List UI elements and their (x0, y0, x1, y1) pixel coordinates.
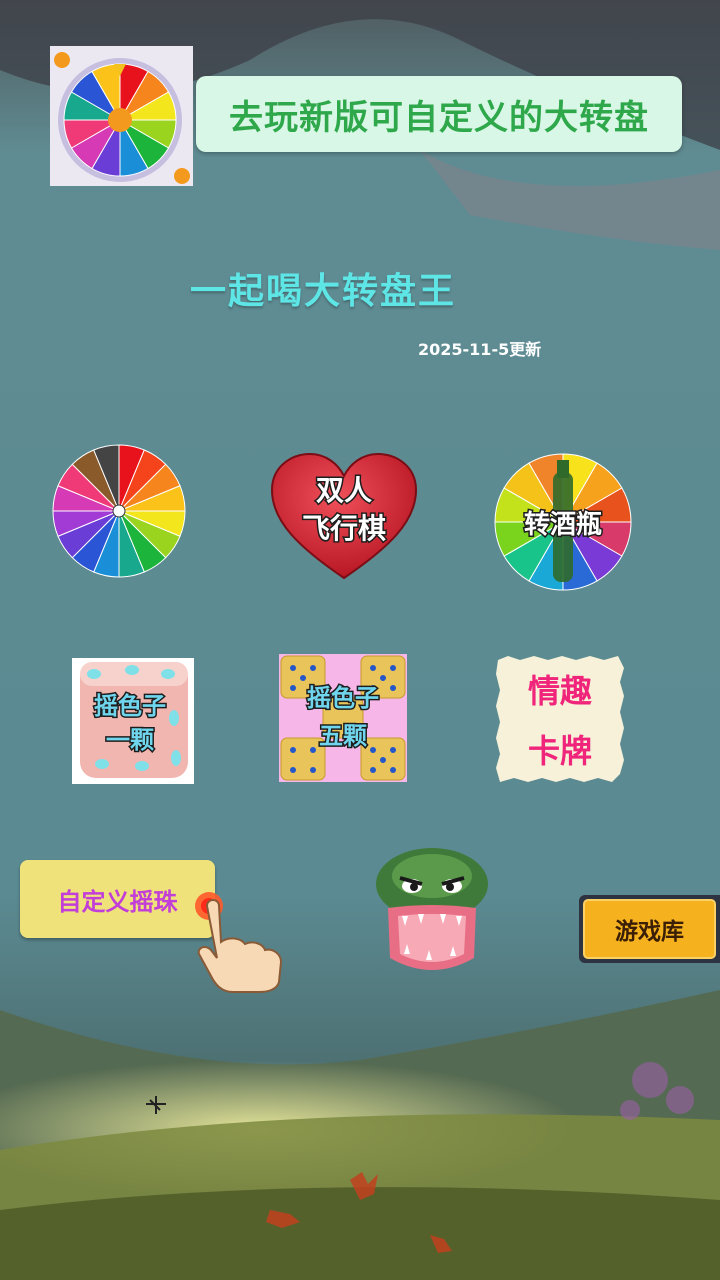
card-icon: 情趣 卡牌 (496, 656, 624, 782)
bottle-spin-game[interactable]: 转酒瓶 (493, 452, 633, 592)
pointing-hand-icon (193, 884, 289, 994)
new-wheel-banner[interactable]: 去玩新版可自定义的大转盘 (196, 76, 682, 152)
wheel-thumbnail-icon (54, 52, 190, 184)
one-dice-label-2: 一颗 (106, 726, 154, 754)
five-dice-game[interactable]: 摇色子 五颗 (279, 654, 407, 782)
one-dice-game[interactable]: 摇色子 一颗 (72, 658, 194, 784)
background-scene (0, 0, 720, 1280)
bottle-wheel-icon: 转酒瓶 (494, 453, 632, 591)
custom-dice-label: 自定义摇珠 (57, 887, 178, 916)
game-library-label: 游戏库 (615, 919, 684, 945)
crocodile-icon (376, 848, 488, 970)
background-art (0, 0, 720, 1280)
five-dice-label-2: 五颗 (319, 722, 367, 750)
love-card-label-1: 情趣 (528, 672, 592, 710)
color-wheel-game[interactable] (50, 442, 188, 580)
game-library-button[interactable]: 游戏库 (579, 895, 720, 963)
flying-chess-game[interactable]: 双人 飞行棋 (270, 452, 418, 582)
game-library-button-face: 游戏库 (583, 899, 716, 959)
update-date: 2025-11-5更新 (418, 340, 542, 359)
love-card-label-2: 卡牌 (528, 732, 592, 770)
heart-icon: 双人 飞行棋 (270, 452, 418, 580)
custom-dice-button[interactable]: 自定义摇珠 (20, 860, 215, 938)
bottle-spin-label: 转酒瓶 (524, 510, 602, 540)
wheel-thumbnail[interactable] (50, 46, 193, 186)
five-dice-label-1: 摇色子 (307, 684, 379, 712)
new-wheel-banner-label: 去玩新版可自定义的大转盘 (229, 97, 649, 138)
color-wheel-icon (52, 444, 186, 578)
single-dice-icon: 摇色子 一颗 (80, 662, 188, 778)
flying-chess-label-1: 双人 (316, 474, 372, 507)
flying-chess-label-2: 飞行棋 (302, 512, 386, 545)
five-dice-icon: 摇色子 五颗 (280, 655, 406, 781)
app-title: 一起喝大转盘王 (190, 271, 457, 312)
love-card-game[interactable]: 情趣 卡牌 (494, 654, 626, 784)
one-dice-label-1: 摇色子 (94, 692, 166, 720)
crocodile-game[interactable] (374, 846, 490, 978)
